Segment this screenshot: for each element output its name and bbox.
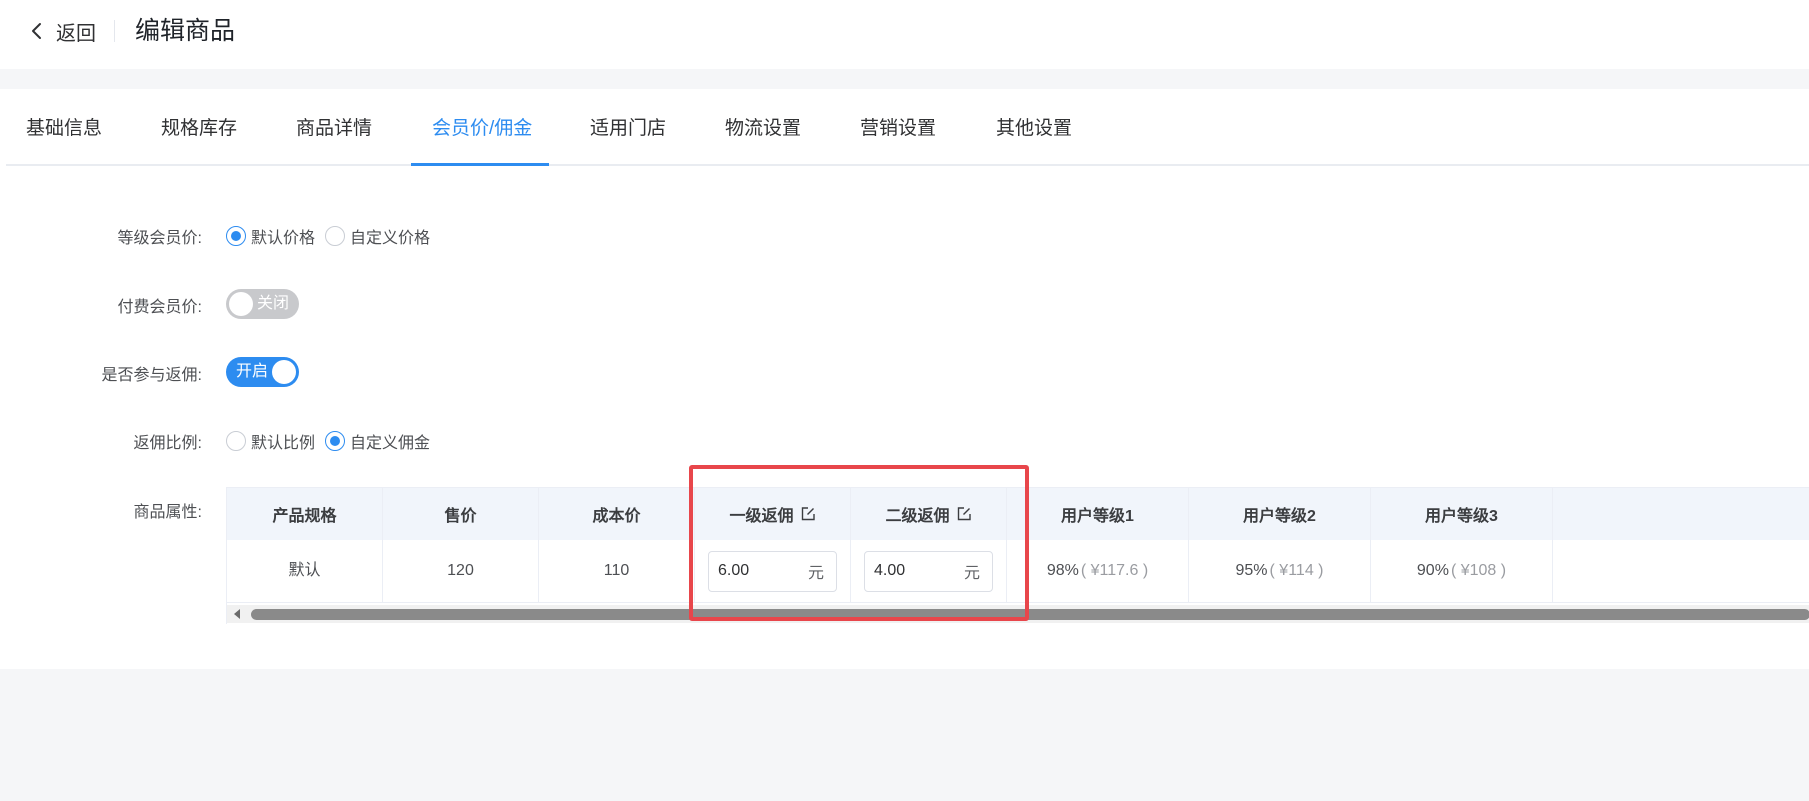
cell-user-level-2: 95%( ¥114 ) <box>1189 540 1371 602</box>
back-button[interactable]: 返回 <box>26 14 96 48</box>
member-price-radio-group: 默认价格 自定义价格 <box>226 224 440 248</box>
product-attributes-label: 商品属性: <box>133 504 202 521</box>
scrollbar-thumb[interactable] <box>251 609 1809 620</box>
tab-other-settings[interactable]: 其他设置 <box>996 89 1072 166</box>
cell-user-level-1: 98%( ¥117.6 ) <box>1007 540 1189 602</box>
radio-dot <box>226 431 246 451</box>
column-header-price: 售价 <box>383 488 539 540</box>
page-title: 编辑商品 <box>135 17 236 45</box>
tab-marketing[interactable]: 营销设置 <box>860 89 936 166</box>
tab-basic-info[interactable]: 基础信息 <box>26 89 102 166</box>
switch-knob <box>229 292 253 316</box>
radio-default-price-label: 默认价格 <box>251 230 316 247</box>
column-header-user-level-2: 用户等级2 <box>1189 488 1371 540</box>
active-tab-indicator <box>411 163 549 166</box>
commission-ratio-radio-group: 默认比例 自定义佣金 <box>226 429 440 453</box>
column-header-spec: 产品规格 <box>227 488 383 540</box>
radio-custom-commission-label: 自定义佣金 <box>350 435 431 452</box>
radio-default-price[interactable]: 默认价格 <box>226 224 315 248</box>
top-bar: 返回 编辑商品 <box>0 0 1809 69</box>
tab-bar: 基础信息 规格库存 商品详情 会员价/佣金 适用门店 物流设置 营销设置 其他设… <box>6 89 1809 166</box>
radio-dot <box>325 226 346 246</box>
commission-switch[interactable]: 开启 <box>226 357 299 387</box>
tab-logistics[interactable]: 物流设置 <box>725 89 801 166</box>
highlight-box-commission-columns <box>689 465 1029 621</box>
tab-product-detail[interactable]: 商品详情 <box>296 89 372 166</box>
cell-cost: 110 <box>539 540 695 602</box>
paid-member-price-switch[interactable]: 关闭 <box>226 289 299 319</box>
cell-user-level-3: 90%( ¥108 ) <box>1371 540 1553 602</box>
cell-price: 120 <box>383 540 539 602</box>
tab-member-price-commission[interactable]: 会员价/佣金 <box>432 89 532 166</box>
scroll-left-arrow-icon[interactable] <box>231 608 243 620</box>
switch-text: 关闭 <box>257 295 290 312</box>
column-header-user-level-3: 用户等级3 <box>1371 488 1553 540</box>
commission-ratio-label: 返佣比例: <box>133 435 202 452</box>
radio-default-ratio[interactable]: 默认比例 <box>226 429 315 453</box>
column-header-user-level-1: 用户等级1 <box>1007 488 1189 540</box>
radio-default-ratio-label: 默认比例 <box>251 435 316 452</box>
tab-spec-stock[interactable]: 规格库存 <box>161 89 237 166</box>
radio-dot-checked <box>226 226 246 246</box>
switch-knob <box>272 360 296 384</box>
commission-label: 是否参与返佣: <box>101 367 202 384</box>
radio-dot-checked <box>325 431 346 451</box>
switch-text: 开启 <box>236 363 269 380</box>
radio-custom-commission[interactable]: 自定义佣金 <box>325 429 430 453</box>
column-header-cost: 成本价 <box>539 488 695 540</box>
radio-custom-price-label: 自定义价格 <box>350 230 431 247</box>
tab-stores[interactable]: 适用门店 <box>590 89 666 166</box>
radio-custom-price[interactable]: 自定义价格 <box>325 224 430 248</box>
paid-member-price-label: 付费会员价: <box>117 299 202 316</box>
back-label: 返回 <box>56 22 96 45</box>
chevron-left-icon <box>32 23 41 39</box>
cell-spec: 默认 <box>227 540 383 602</box>
header-divider <box>114 20 115 42</box>
member-price-label: 等级会员价: <box>117 230 202 247</box>
